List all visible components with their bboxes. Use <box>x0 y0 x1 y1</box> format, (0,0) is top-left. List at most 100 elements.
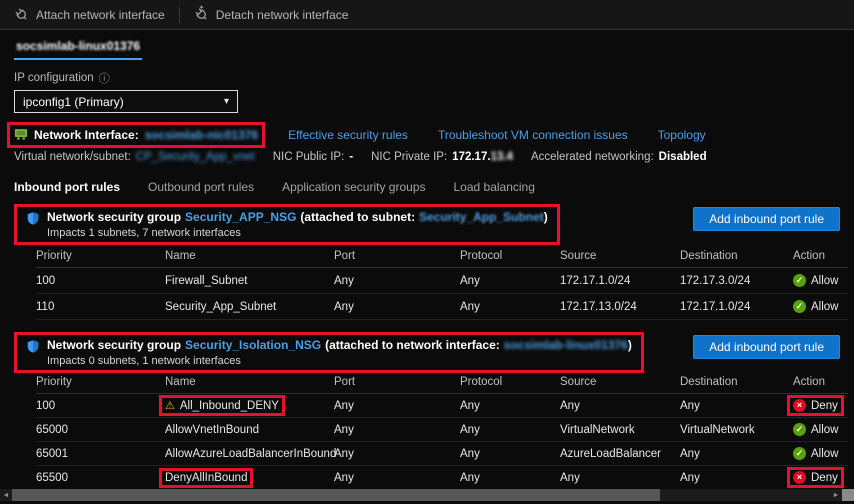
rule-name: AllowAzureLoadBalancerInBound <box>165 447 337 460</box>
rule-name-cell: AllowVnetInBound <box>165 417 334 442</box>
rule-priority-cell: 65001 <box>36 441 165 466</box>
vnet-subnet-link[interactable]: CP_Security_App_vnet <box>136 151 255 163</box>
rule-destination-cell: VirtualNetwork <box>680 417 793 442</box>
info-icon[interactable]: ⓘ <box>99 70 110 86</box>
rule-priority-cell: 110 <box>36 293 165 320</box>
nsg2-nic-link[interactable]: socsimlab-linux01376 <box>504 338 628 352</box>
scrollbar-corner <box>842 489 854 501</box>
col-port: Port <box>334 370 460 394</box>
rule-destination-cell: 172.17.1.0/24 <box>680 293 793 320</box>
rule-name-cell: ⚠ All_Inbound_DENY <box>165 393 334 418</box>
rule-row[interactable]: 65001 AllowAzureLoadBalancerInBound Any Any… <box>36 441 848 466</box>
rule-action-cell: ✓ Allow <box>793 441 848 466</box>
rule-row[interactable]: 65000 AllowVnetInBound Any Any VirtualNetwor… <box>36 417 848 442</box>
rule-row[interactable]: 100 ⚠ All_Inbound_DENY Any Any Any Any × Deny <box>36 393 848 418</box>
add-inbound-port-rule-button-1[interactable]: Add inbound port rule <box>693 207 840 231</box>
warning-icon: ⚠ <box>165 400 175 412</box>
rule-name-cell: Firewall_Subnet <box>165 267 334 294</box>
rule-action-label: Allow <box>811 447 839 460</box>
nsg1-name-link[interactable]: Security_APP_NSG <box>185 210 296 224</box>
network-interface-label: Network Interface: <box>34 128 139 142</box>
rule-destination-cell: Any <box>680 393 793 418</box>
deny-status-icon: × <box>793 471 806 484</box>
rule-action-cell: ✓ Allow <box>793 293 848 320</box>
rule-action-label: Deny <box>811 471 838 484</box>
rule-protocol-cell: Any <box>460 267 560 294</box>
nic-private-ip-value: 172.17.13.4 <box>452 151 513 163</box>
rule-action-cell: ✓ Allow <box>793 417 848 442</box>
rule-row[interactable]: 110 Security_App_Subnet Any Any 172.17.13.0/… <box>36 293 848 320</box>
detach-network-interface-label: Detach network interface <box>215 7 349 22</box>
col-priority: Priority <box>36 370 165 394</box>
nsg1-rules-table: Priority Name Port Protocol Source Desti… <box>36 244 848 320</box>
nsg1-subnet-link[interactable]: Security_App_Subnet <box>419 210 544 224</box>
rule-port-cell: Any <box>334 417 460 442</box>
network-interface-name[interactable]: socsimlab-nic01376 <box>145 128 258 142</box>
network-interface-icon <box>14 126 28 144</box>
allow-status-icon: ✓ <box>793 423 806 436</box>
attach-interface-icon <box>14 7 29 22</box>
table-header-row: Priority Name Port Protocol Source Desti… <box>36 244 848 268</box>
troubleshoot-vm-connection-link[interactable]: Troubleshoot VM connection issues <box>438 128 628 142</box>
nic-tab[interactable]: socsimlab-linux01376 <box>14 39 143 60</box>
topology-link[interactable]: Topology <box>658 128 706 142</box>
col-action: Action <box>793 370 848 394</box>
nsg2-block: Network security group Security_Isolation… <box>14 335 840 370</box>
rule-priority-cell: 100 <box>36 267 165 294</box>
rule-action-cell: ✓ Allow <box>793 267 848 294</box>
col-port: Port <box>334 244 460 268</box>
effective-security-rules-link[interactable]: Effective security rules <box>288 128 408 142</box>
network-info-row: Virtual network/subnet: CP_Security_App_… <box>14 151 840 163</box>
allow-status-icon: ✓ <box>793 274 806 287</box>
detach-network-interface-button[interactable]: Detach network interface <box>194 5 349 22</box>
nic-public-ip-label: NIC Public IP: <box>272 151 345 163</box>
toolbar-divider <box>178 6 180 23</box>
allow-status-icon: ✓ <box>793 447 806 460</box>
scroll-right-arrow[interactable]: ► <box>830 492 842 499</box>
rule-action-label: Allow <box>811 423 839 436</box>
rule-source-cell: Any <box>560 465 680 490</box>
horizontal-scrollbar[interactable]: ◄ ► <box>0 489 854 501</box>
rule-source-cell: VirtualNetwork <box>560 417 680 442</box>
tab-inbound-port-rules[interactable]: Inbound port rules <box>14 180 120 198</box>
tab-outbound-port-rules[interactable]: Outbound port rules <box>148 180 254 198</box>
scroll-left-arrow[interactable]: ◄ <box>0 492 12 499</box>
attach-network-interface-button[interactable]: Attach network interface <box>14 7 165 22</box>
rule-destination-cell: Any <box>680 441 793 466</box>
rule-port-cell: Any <box>334 465 460 490</box>
rule-protocol-cell: Any <box>460 417 560 442</box>
rule-protocol-cell: Any <box>460 465 560 490</box>
rule-name-cell: AllowAzureLoadBalancerInBound <box>165 441 337 466</box>
network-interface-row: Network Interface: socsimlab-nic01376 Ef… <box>14 126 840 144</box>
nsg1-title: Network security group Security_APP_NSG (a… <box>47 210 548 224</box>
tab-application-security-groups[interactable]: Application security groups <box>282 180 425 198</box>
nsg2-rules-table: Priority Name Port Protocol Source Desti… <box>36 370 848 490</box>
nsg2-name-link[interactable]: Security_Isolation_NSG <box>185 338 321 352</box>
col-protocol: Protocol <box>460 244 560 268</box>
nsg2-impacts: Impacts 0 subnets, 1 network interfaces <box>47 355 241 367</box>
deny-status-icon: × <box>793 399 806 412</box>
rule-row[interactable]: 65500 DenyAllInBound Any Any Any Any × Deny <box>36 465 848 490</box>
nsg1-block: Network security group Security_APP_NSG (a… <box>14 207 840 242</box>
rule-protocol-cell: Any <box>460 441 560 466</box>
col-source: Source <box>560 370 680 394</box>
ip-configuration-label: IP configuration <box>14 72 94 84</box>
toolbar: Attach network interface Detach network … <box>0 0 854 30</box>
rule-action-label: Deny <box>811 399 838 412</box>
vnet-subnet-label: Virtual network/subnet: <box>14 151 131 163</box>
rule-protocol-cell: Any <box>460 393 560 418</box>
rule-port-cell: Any <box>334 267 460 294</box>
add-inbound-port-rule-button-2[interactable]: Add inbound port rule <box>693 335 840 359</box>
ip-configuration-select[interactable]: ipconfig1 (Primary) ▾ <box>14 90 238 113</box>
nsg1-header: Network security group Security_APP_NSG (a… <box>22 207 552 242</box>
scrollbar-thumb[interactable] <box>12 489 660 501</box>
tab-load-balancing[interactable]: Load balancing <box>454 180 535 198</box>
rule-name: AllowVnetInBound <box>165 423 259 436</box>
rule-action-label: Allow <box>811 274 839 287</box>
rule-port-cell: Any <box>334 293 460 320</box>
col-name: Name <box>165 244 334 268</box>
rule-destination-cell: 172.17.3.0/24 <box>680 267 793 294</box>
rule-row[interactable]: 100 Firewall_Subnet Any Any 172.17.1.0/24 172… <box>36 267 848 294</box>
col-destination: Destination <box>680 370 793 394</box>
col-protocol: Protocol <box>460 370 560 394</box>
